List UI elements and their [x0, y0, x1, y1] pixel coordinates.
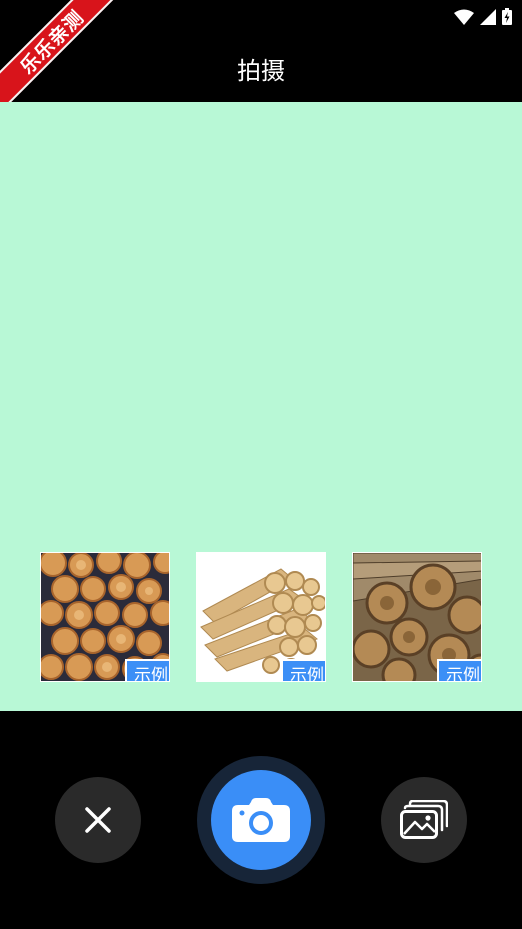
shutter-button[interactable]	[211, 770, 311, 870]
wifi-icon	[454, 9, 474, 25]
battery-icon	[502, 8, 512, 25]
status-icons	[454, 8, 512, 25]
sample-tag: 示例	[281, 659, 325, 681]
status-bar	[0, 0, 522, 34]
signal-icon	[480, 8, 496, 25]
camera-icon	[232, 798, 290, 842]
gallery-icon	[400, 800, 448, 839]
sample-tag: 示例	[125, 659, 169, 681]
title-bar: 拍摄	[0, 34, 522, 102]
camera-controls	[0, 711, 522, 929]
camera-preview: 示例 示例 示例	[0, 102, 522, 711]
sample-thumbnail[interactable]: 示例	[196, 552, 326, 682]
sample-thumbnail[interactable]: 示例	[40, 552, 170, 682]
gallery-button[interactable]	[381, 777, 467, 863]
sample-tag: 示例	[437, 659, 481, 681]
sample-thumbnail[interactable]: 示例	[352, 552, 482, 682]
camera-screen: 乐乐亲测 拍摄 示例 示例 示例	[0, 0, 522, 929]
close-icon	[85, 807, 111, 833]
page-title: 拍摄	[237, 56, 285, 85]
sample-strip: 示例 示例 示例	[0, 552, 522, 684]
close-button[interactable]	[55, 777, 141, 863]
